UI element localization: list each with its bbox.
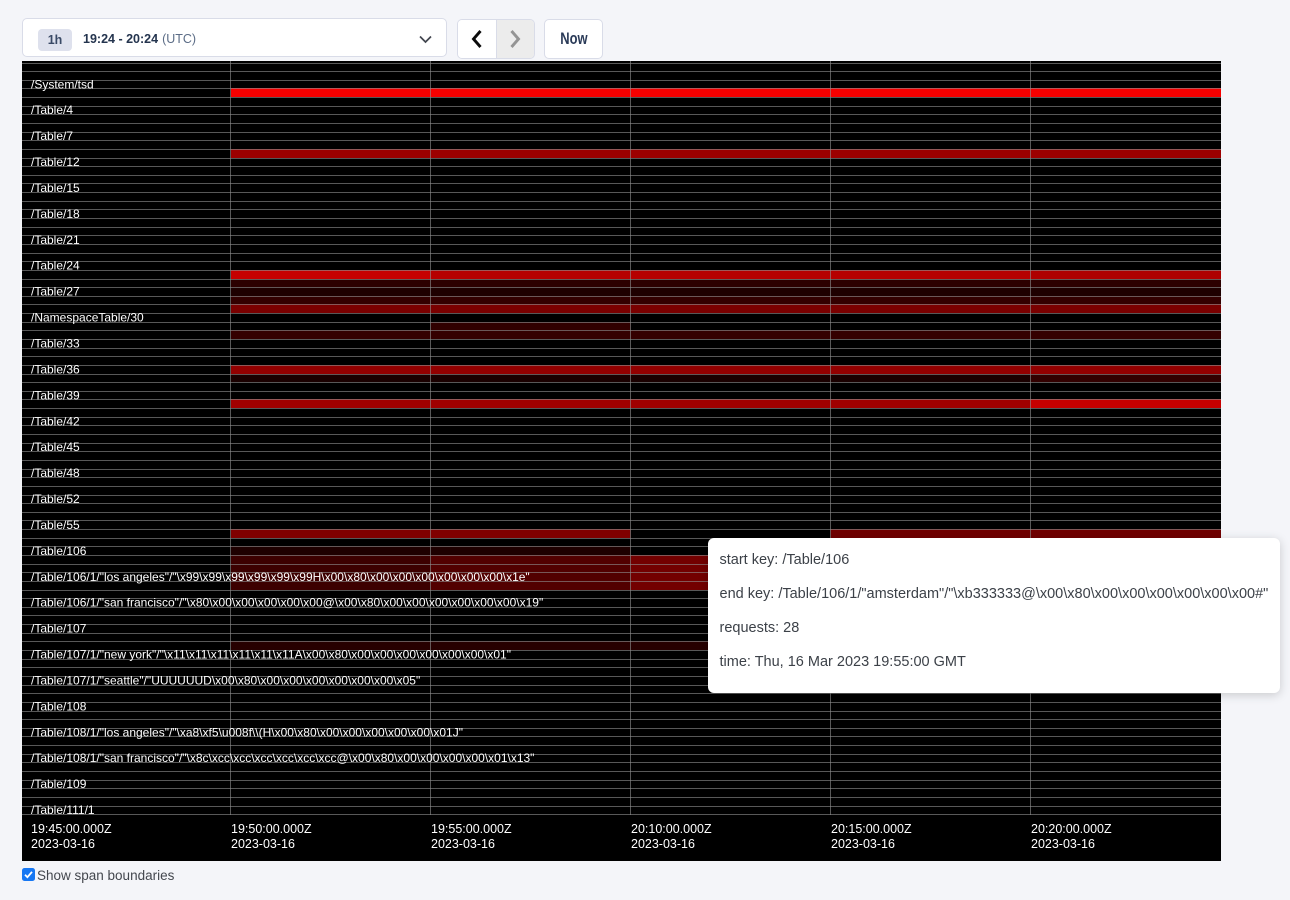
svg-text:/Table/55: /Table/55 [31,517,80,531]
svg-text:/Table/108/1/"los angeles"/"\x: /Table/108/1/"los angeles"/"\xa8\xf5\u00… [31,725,463,739]
svg-text:/Table/48: /Table/48 [31,466,80,480]
svg-text:/Table/36: /Table/36 [31,362,80,376]
svg-text:/Table/15: /Table/15 [31,181,80,195]
svg-text:20:15:00.000Z: 20:15:00.000Z [831,822,912,836]
svg-text:/Table/106/1/"san francisco"/": /Table/106/1/"san francisco"/"\x80\x00\x… [31,595,543,609]
svg-text:2023-03-16: 2023-03-16 [431,837,495,851]
svg-text:2023-03-16: 2023-03-16 [31,837,95,851]
svg-text:/Table/106/1/"los angeles"/"\x: /Table/106/1/"los angeles"/"\x99\x99\x99… [31,569,530,583]
svg-text:19:55:00.000Z: 19:55:00.000Z [431,822,512,836]
svg-text:/Table/107/1/"seattle"/"UUUUUU: /Table/107/1/"seattle"/"UUUUUUD\x00\x80\… [31,673,420,687]
svg-text:/Table/21: /Table/21 [31,232,80,246]
svg-text:2023-03-16: 2023-03-16 [231,837,295,851]
svg-text:2023-03-16: 2023-03-16 [631,837,695,851]
svg-text:/Table/107: /Table/107 [31,621,87,635]
svg-text:/Table/12: /Table/12 [31,155,80,169]
svg-text:/Table/18: /Table/18 [31,206,80,220]
svg-text:/Table/45: /Table/45 [31,440,80,454]
svg-text:20:20:00.000Z: 20:20:00.000Z [1031,822,1112,836]
svg-text:/Table/108/1/"san francisco"/": /Table/108/1/"san francisco"/"\x8c\xcc\x… [31,751,534,765]
svg-text:19:45:00.000Z: 19:45:00.000Z [31,822,112,836]
svg-text:/Table/4: /Table/4 [31,103,73,117]
svg-text:/Table/33: /Table/33 [31,336,80,350]
svg-text:19:50:00.000Z: 19:50:00.000Z [231,822,312,836]
svg-text:/Table/108: /Table/108 [31,699,87,713]
svg-text:/System/tsd: /System/tsd [31,77,94,91]
svg-text:/Table/52: /Table/52 [31,492,80,506]
svg-text:/NamespaceTable/30: /NamespaceTable/30 [31,310,144,324]
svg-text:/Table/107/1/"new york"/"\x11\: /Table/107/1/"new york"/"\x11\x11\x11\x1… [31,647,511,661]
svg-text:20:10:00.000Z: 20:10:00.000Z [631,822,712,836]
svg-text:/Table/39: /Table/39 [31,388,80,402]
svg-text:/Table/109: /Table/109 [31,777,87,791]
svg-text:/Table/7: /Table/7 [31,129,73,143]
svg-text:2023-03-16: 2023-03-16 [831,837,895,851]
svg-text:/Table/111/1: /Table/111/1 [31,803,95,817]
svg-text:/Table/27: /Table/27 [31,284,80,298]
svg-text:/Table/106: /Table/106 [31,543,87,557]
svg-text:/Table/42: /Table/42 [31,414,80,428]
svg-text:2023-03-16: 2023-03-16 [1031,837,1095,851]
svg-text:/Table/24: /Table/24 [31,258,80,272]
